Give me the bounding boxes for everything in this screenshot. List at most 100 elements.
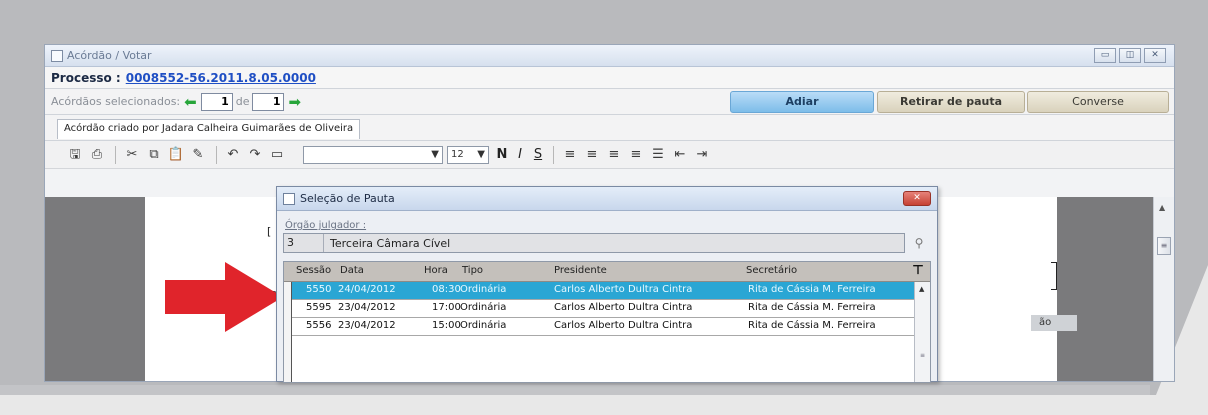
next-arrow-icon[interactable]: ➡ (288, 93, 301, 111)
adiar-button[interactable]: Adiar (730, 91, 874, 113)
cell-data: 24/04/2012 (338, 284, 396, 295)
scroll-up-icon[interactable]: ▲ (1159, 203, 1165, 212)
image-icon[interactable]: ▭ (267, 145, 287, 165)
orgao-julgador-field[interactable]: 3 Terceira Câmara Cível (283, 233, 905, 253)
dialog-close-button[interactable]: ✕ (903, 191, 931, 206)
cell-tipo: Ordinária (460, 320, 507, 331)
grid-scrollbar[interactable]: ▲ ≡ (914, 282, 930, 382)
selection-label: Acórdãos selecionados: (51, 95, 181, 108)
undo-icon[interactable]: ↶ (223, 145, 243, 165)
window-title: Acórdão / Votar (67, 49, 152, 62)
dialog-icon (283, 192, 295, 205)
process-number-link[interactable]: 0008552-56.2011.8.05.0000 (126, 71, 316, 85)
frame-bottom (0, 395, 1208, 415)
cell-presidente: Carlos Alberto Dultra Cintra (554, 284, 693, 295)
page-side-fragment: ão (1031, 315, 1077, 331)
tab-acordao[interactable]: Acórdão criado por Jadara Calheira Guima… (57, 119, 361, 139)
table-row[interactable]: 5556 23/04/2012 15:00 Ordinária Carlos A… (292, 318, 914, 336)
minimize-button[interactable]: ▭ (1094, 48, 1116, 63)
scroll-thumb[interactable]: ≡ (917, 352, 928, 360)
toolbar-separator (216, 145, 217, 164)
font-size-value: 12 (451, 149, 464, 160)
selection-row: Acórdãos selecionados: ⬅ 1 de 1 ➡ Adiar … (45, 89, 1174, 115)
search-icon[interactable]: ⚲ (909, 233, 929, 253)
cell-sessao: 5595 (306, 302, 332, 313)
row-indicator-column (284, 282, 292, 382)
scroll-up-icon[interactable]: ▲ (919, 285, 924, 293)
cell-secretario: Rita de Cássia M. Ferreira (748, 302, 876, 313)
pauta-grid: Sessão Data Hora Tipo Presidente Secretá… (283, 261, 931, 383)
underline-button[interactable]: S (529, 147, 547, 162)
save-icon[interactable]: 🖫 (65, 145, 85, 165)
toolbar-separator (115, 145, 116, 164)
col-tipo[interactable]: Tipo (462, 265, 483, 276)
cut-icon[interactable]: ✂ (122, 145, 142, 165)
col-sessao[interactable]: Sessão (296, 265, 331, 276)
redo-icon[interactable]: ↷ (245, 145, 265, 165)
table-row[interactable]: 5550 24/04/2012 08:30 Ordinária Carlos A… (292, 282, 914, 300)
total-count-field: 1 (252, 92, 285, 111)
paste-icon[interactable]: 📋 (166, 145, 186, 165)
list-icon[interactable]: ☰ (648, 145, 668, 165)
col-data[interactable]: Data (340, 265, 364, 276)
cell-presidente: Carlos Alberto Dultra Cintra (554, 320, 693, 331)
cell-hora: 15:00 (432, 320, 461, 331)
format-paint-icon[interactable]: ✎ (188, 145, 208, 165)
align-left-icon[interactable]: ≡ (560, 145, 580, 165)
grid-header: Sessão Data Hora Tipo Presidente Secretá… (284, 262, 930, 282)
col-presidente[interactable]: Presidente (554, 265, 607, 276)
cell-hora: 17:00 (432, 302, 461, 313)
of-label: de (235, 95, 250, 108)
converter-button[interactable]: Converse (1027, 91, 1169, 113)
scroll-thumb[interactable]: ≡ (1157, 237, 1171, 255)
window-controls: ▭ ◫ ✕ (1094, 48, 1166, 63)
dialog-title: Seleção de Pauta (300, 192, 395, 205)
filter-icon[interactable]: ⊤ (912, 263, 924, 278)
page-bracket (1051, 262, 1057, 290)
editor-toolbar: 🖫 ⎙ ✂ ⧉ 📋 ✎ ↶ ↷ ▭ ▼ 12 ▼ N I S ≡ ≡ ≡ ≡ ☰… (45, 141, 1174, 169)
cell-data: 23/04/2012 (338, 302, 396, 313)
align-right-icon[interactable]: ≡ (604, 145, 624, 165)
previous-arrow-icon[interactable]: ⬅ (184, 93, 197, 111)
editor-scrollbar[interactable]: ▲ ≡ (1153, 197, 1174, 381)
retirar-de-pauta-button[interactable]: Retirar de pauta (877, 91, 1025, 113)
dialog-titlebar: Seleção de Pauta ✕ (277, 187, 937, 211)
indent-decrease-icon[interactable]: ⇤ (670, 145, 690, 165)
print-icon[interactable]: ⎙ (87, 145, 107, 165)
font-size-select[interactable]: 12 ▼ (447, 145, 489, 164)
indent-increase-icon[interactable]: ⇥ (692, 145, 712, 165)
chevron-down-icon: ▼ (431, 149, 439, 160)
orgao-julgador-label: Órgão julgador : (285, 220, 367, 231)
col-hora[interactable]: Hora (424, 265, 448, 276)
close-button[interactable]: ✕ (1144, 48, 1166, 63)
table-row[interactable]: 5595 23/04/2012 17:00 Ordinária Carlos A… (292, 300, 914, 318)
cell-data: 23/04/2012 (338, 320, 396, 331)
cell-secretario: Rita de Cássia M. Ferreira (748, 320, 876, 331)
process-label: Processo : (51, 70, 121, 85)
copy-icon[interactable]: ⧉ (144, 145, 164, 165)
maximize-button[interactable]: ◫ (1119, 48, 1141, 63)
current-index-input[interactable]: 1 (200, 92, 233, 111)
toolbar-separator (553, 145, 554, 164)
chevron-down-icon: ▼ (477, 149, 485, 160)
cell-tipo: Ordinária (460, 302, 507, 313)
selecao-pauta-dialog: Seleção de Pauta ✕ Órgão julgador : 3 Te… (276, 186, 938, 383)
process-row: Processo : 0008552-56.2011.8.05.0000 (45, 67, 1174, 89)
orgao-code: 3 (284, 234, 324, 252)
col-secretario[interactable]: Secretário (746, 265, 797, 276)
italic-button[interactable]: I (511, 147, 529, 162)
cell-tipo: Ordinária (460, 284, 507, 295)
justify-icon[interactable]: ≡ (626, 145, 646, 165)
font-family-select[interactable]: ▼ (303, 145, 443, 164)
window-icon (51, 49, 63, 62)
cell-sessao: 5556 (306, 320, 332, 331)
cell-hora: 08:30 (432, 284, 461, 295)
frame-shade (0, 385, 1150, 395)
cell-sessao: 5550 (306, 284, 332, 295)
orgao-name: Terceira Câmara Cível (330, 236, 451, 250)
align-center-icon[interactable]: ≡ (582, 145, 602, 165)
tabs-row: Acórdão criado por Jadara Calheira Guima… (45, 115, 1174, 141)
bold-button[interactable]: N (493, 147, 511, 162)
red-arrow-icon (165, 262, 283, 332)
cell-secretario: Rita de Cássia M. Ferreira (748, 284, 876, 295)
